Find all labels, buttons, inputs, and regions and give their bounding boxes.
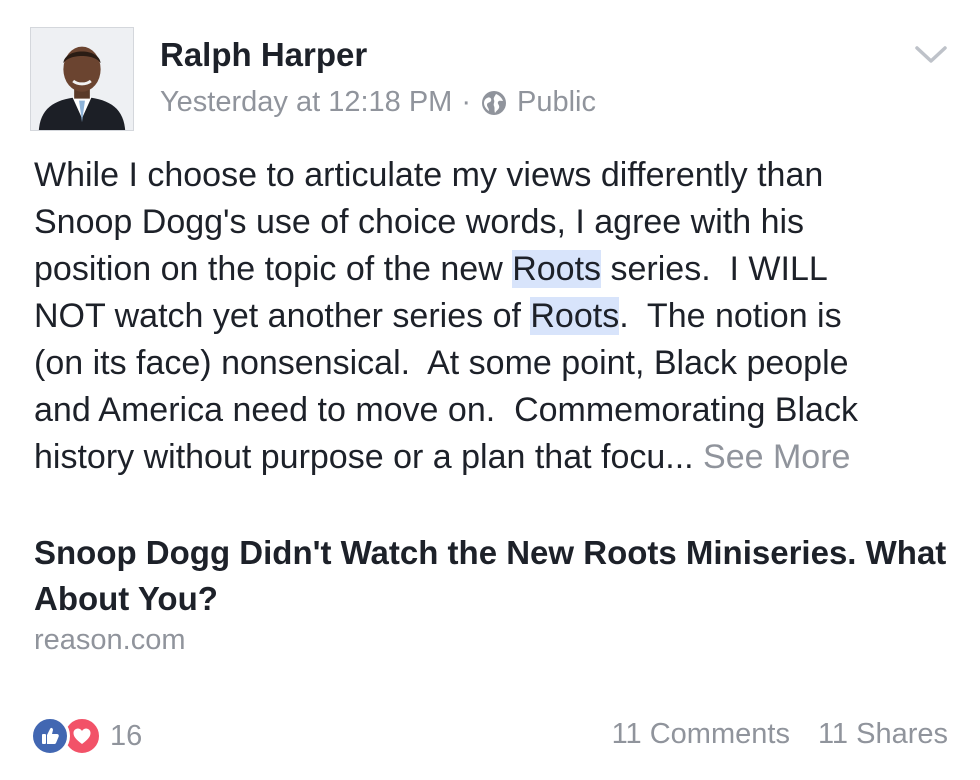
- chevron-down-icon[interactable]: [914, 44, 948, 66]
- author-name[interactable]: Ralph Harper: [160, 36, 367, 74]
- link-title[interactable]: Snoop Dogg Didn't Watch the New Roots Mi…: [34, 530, 954, 622]
- avatar-photo: [31, 28, 133, 130]
- link-domain: reason.com: [34, 624, 186, 656]
- like-icon: [30, 716, 70, 756]
- shares-count[interactable]: 11 Shares: [818, 718, 948, 751]
- globe-icon: [481, 90, 507, 116]
- meta-separator: ·: [461, 86, 472, 118]
- comments-count[interactable]: 11 Comments: [612, 718, 790, 751]
- author-avatar[interactable]: [30, 27, 134, 131]
- post-footer: 16 11 Comments 11 Shares: [30, 710, 948, 758]
- reactions-count: 16: [110, 719, 143, 752]
- privacy-label: Public: [517, 86, 597, 118]
- post-meta: Yesterday at 12:18 PM · Public: [160, 86, 596, 119]
- engagement-counts: 11 Comments 11 Shares: [612, 718, 948, 751]
- post-timestamp[interactable]: Yesterday at 12:18 PM: [160, 86, 452, 119]
- highlighted-keyword[interactable]: Roots: [530, 297, 620, 335]
- see-more-link[interactable]: See More: [703, 438, 850, 476]
- highlighted-keyword[interactable]: Roots: [512, 250, 602, 288]
- post-text: While I choose to articulate my views di…: [34, 156, 858, 476]
- reactions-summary[interactable]: 16: [30, 716, 142, 756]
